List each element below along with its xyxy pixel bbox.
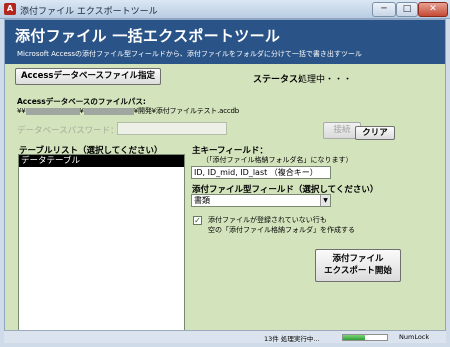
page-subtitle: Microsoft Accessの添付ファイル型フィールドから、添付ファイルをフ…	[17, 50, 362, 58]
header-banner: 添付ファイル 一括エクスポートツール Microsoft Accessの添付ファ…	[5, 20, 445, 64]
check-icon: ✓	[194, 216, 201, 225]
export-button-line1: 添付ファイル	[332, 254, 384, 264]
select-database-button[interactable]: Accessデータベースファイル指定	[15, 68, 161, 85]
numlock-indicator: NumLock	[399, 333, 430, 341]
window-title: 添付ファイル エクスポートツール	[20, 7, 158, 17]
file-path-value: ¥¥ ¥ ¥開発¥添付ファイルテスト.accdb	[17, 106, 239, 116]
file-path-prefix: ¥¥	[17, 107, 26, 115]
password-label: データベースパスワード：	[17, 126, 119, 136]
page-title: 添付ファイル 一括エクスポートツール	[15, 27, 281, 45]
minimize-button[interactable]: ─	[372, 2, 396, 17]
list-item[interactable]: データテーブル	[19, 155, 184, 167]
redacted-segment	[83, 107, 134, 115]
status-label: ステータス:	[253, 75, 302, 85]
status-value: 処理中・・・	[298, 75, 353, 85]
clear-button[interactable]: クリア	[355, 126, 395, 140]
redacted-segment	[25, 107, 80, 115]
primary-key-field[interactable]: ID, ID_mid, ID_last （複合キー）	[191, 166, 331, 179]
status-bar: 13件 処理実行中... NumLock	[4, 330, 446, 343]
statusbar-text: 13件 処理実行中...	[264, 335, 320, 343]
maximize-button[interactable]: □	[396, 2, 418, 17]
export-button-line2: エクスポート開始	[324, 266, 392, 276]
progress-fill	[343, 335, 365, 340]
create-empty-folder-checkbox[interactable]: ✓	[193, 216, 202, 225]
file-path-suffix: ¥開発¥添付ファイルテスト.accdb	[133, 107, 239, 115]
export-start-button[interactable]: 添付ファイル エクスポート開始	[315, 249, 401, 282]
primary-key-note: （「添付ファイル格納フォルダ名」になります）	[202, 156, 353, 164]
table-listbox[interactable]: データテーブル	[18, 154, 185, 334]
form-body: 添付ファイル 一括エクスポートツール Microsoft Accessの添付ファ…	[4, 19, 446, 341]
chevron-down-icon[interactable]: ▼	[320, 195, 330, 206]
attachment-field-value: 書類	[194, 196, 210, 205]
close-button[interactable]: ✕	[418, 2, 448, 17]
create-empty-folder-label: 添付ファイルが登録されていない行も	[208, 216, 327, 224]
password-field[interactable]	[117, 122, 227, 135]
create-empty-folder-label-2: 空の「添付ファイル格納フォルダ」を作成する	[208, 226, 355, 234]
progress-bar	[342, 334, 388, 341]
window-titlebar: A 添付ファイル エクスポートツール ─ □ ✕	[0, 0, 450, 19]
access-app-icon[interactable]: A	[4, 3, 16, 15]
attachment-field-select[interactable]: 書類 ▼	[191, 194, 331, 207]
